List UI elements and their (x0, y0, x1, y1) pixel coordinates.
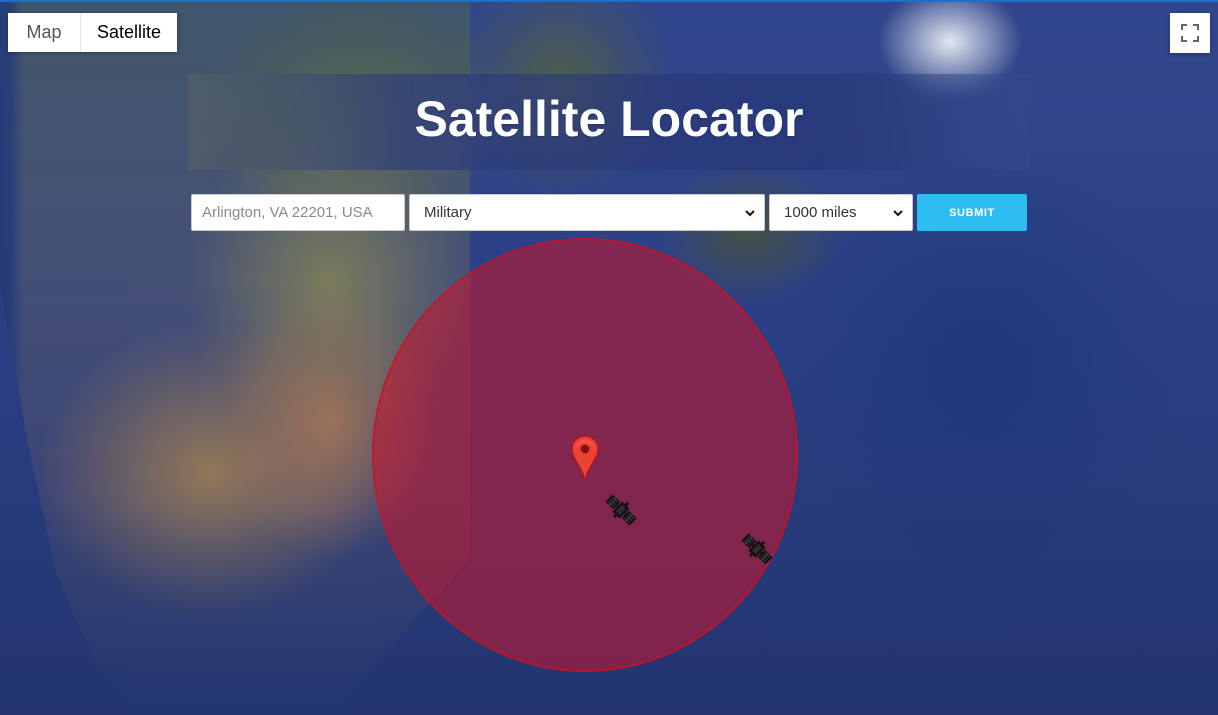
chevron-down-icon (892, 207, 904, 219)
distance-select[interactable]: 1000 miles (769, 194, 913, 231)
submit-button[interactable]: SUBMIT (917, 194, 1027, 231)
distance-select-value: 1000 miles (784, 204, 857, 221)
location-input[interactable] (191, 194, 405, 231)
search-form: Military 1000 miles SUBMIT (191, 194, 1027, 231)
map-type-map-button[interactable]: Map (8, 13, 80, 52)
page-title: Satellite Locator (414, 91, 804, 147)
satellite-icon[interactable] (601, 490, 641, 530)
map-marker-icon[interactable] (571, 435, 599, 479)
fullscreen-button[interactable] (1170, 13, 1210, 53)
map-type-satellite-button[interactable]: Satellite (80, 13, 178, 52)
satellite-icon[interactable] (737, 529, 777, 569)
category-select[interactable]: Military (409, 194, 765, 231)
satellite-locator-page: Map Satellite Satellite Locator Military… (0, 0, 1218, 715)
category-select-value: Military (424, 204, 472, 221)
map-type-control: Map Satellite (8, 13, 178, 52)
fullscreen-icon (1181, 24, 1199, 42)
chevron-down-icon (744, 207, 756, 219)
